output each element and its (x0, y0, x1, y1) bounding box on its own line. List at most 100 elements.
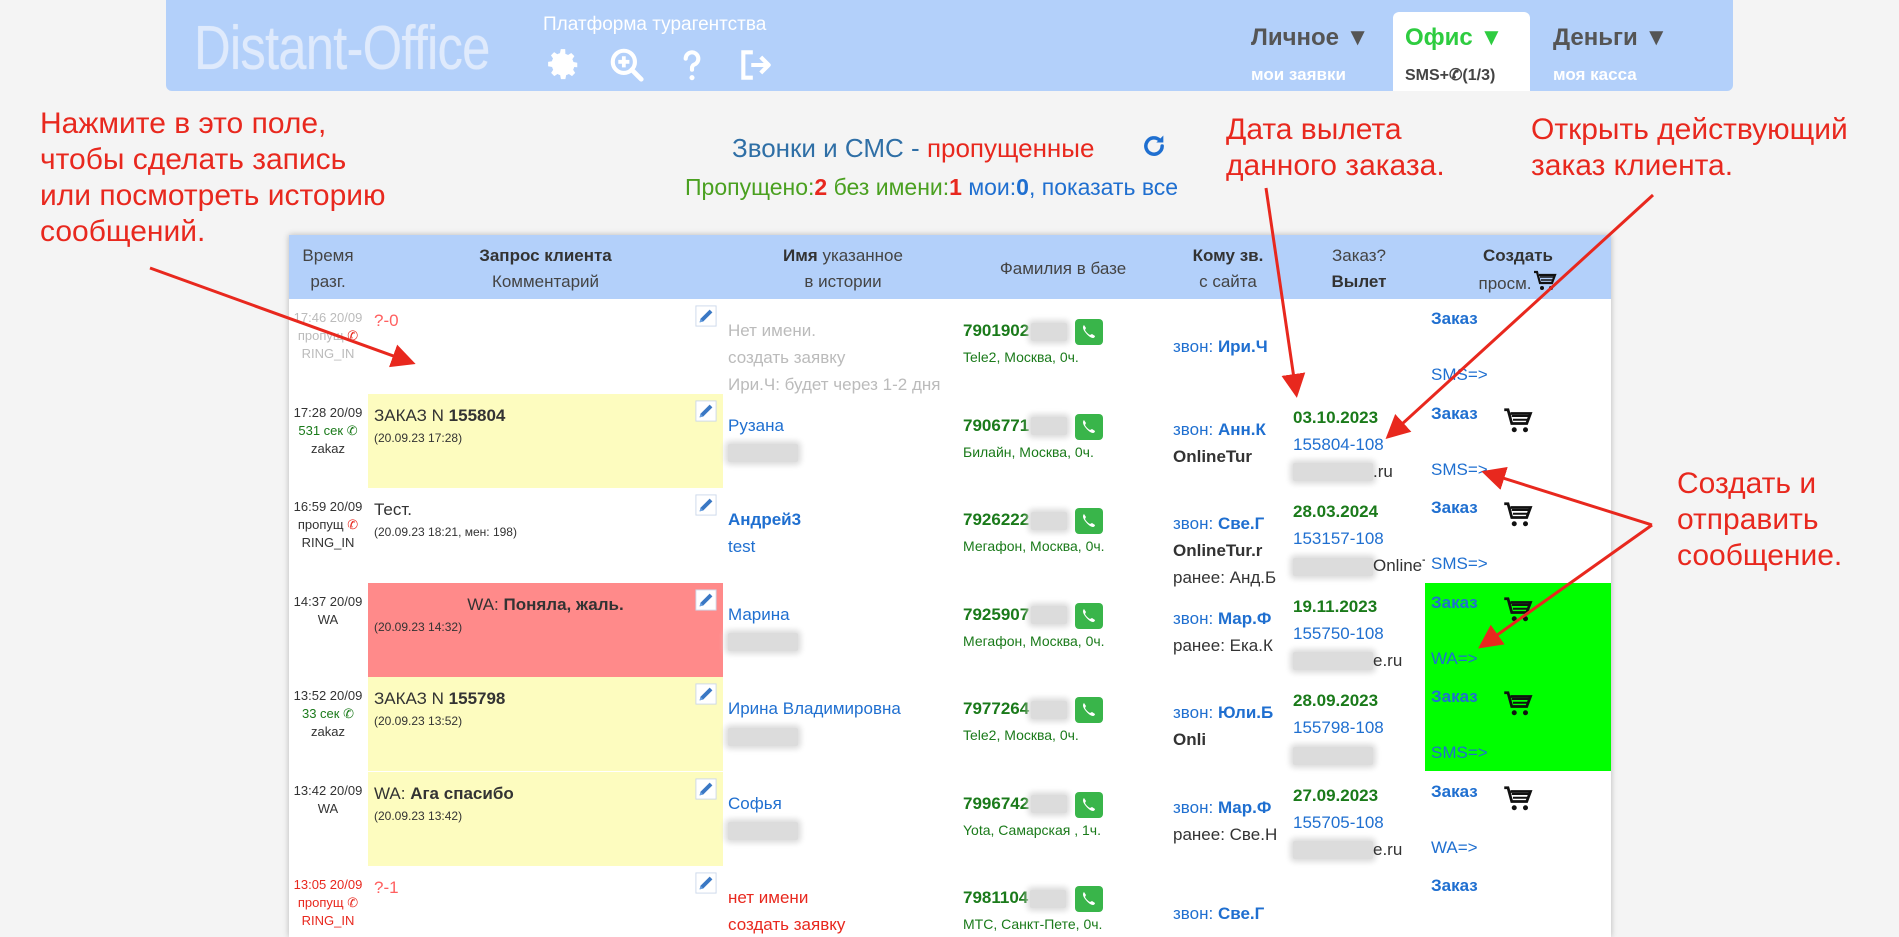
called-to-manager[interactable]: Све.Г (1218, 904, 1264, 923)
cart-icon[interactable] (1532, 269, 1558, 293)
call-button[interactable] (1075, 697, 1103, 723)
client-name[interactable]: Андрей3 (728, 506, 801, 533)
call-button[interactable] (1075, 886, 1103, 912)
order-link-create[interactable]: Заказ (1431, 309, 1478, 329)
cart-icon[interactable] (1503, 595, 1533, 623)
order-link-create[interactable]: Заказ (1431, 593, 1478, 613)
client-request-cell[interactable]: ?-1 (368, 866, 723, 937)
client-name-cell[interactable]: Нет имени. создать заявку Ири.Ч: будет чер… (728, 317, 940, 398)
client-name-2[interactable]: test (728, 533, 801, 560)
logo[interactable]: Distant-Office (194, 18, 490, 80)
menu-office[interactable]: Офис ▼ SMS+✆(1/3) (1393, 12, 1530, 91)
order-link-create[interactable]: Заказ (1431, 687, 1478, 707)
called-to-manager[interactable]: Мар.Ф (1218, 609, 1271, 628)
phone-number-text[interactable]: 7977264 (963, 699, 1029, 718)
menu-personal[interactable]: Личное ▼ мои заявки (1251, 12, 1371, 91)
phone-number-text[interactable]: 7906771 (963, 416, 1029, 435)
client-name-cell[interactable]: Софья (728, 790, 798, 844)
phone-number[interactable]: 7901902 (963, 321, 1068, 341)
call-button[interactable] (1075, 413, 1103, 440)
client-request-cell[interactable]: WA: Поняла, жаль. (20.09.23 14:32) (368, 582, 723, 677)
client-name-cell[interactable]: Рузана (728, 412, 798, 466)
client-name-2[interactable]: создать заявку (728, 344, 940, 371)
zoom-in-icon[interactable] (608, 46, 646, 84)
cart-icon[interactable] (1503, 406, 1533, 434)
phone-number[interactable]: 7926222 (963, 510, 1068, 530)
menu-money-sub[interactable]: моя касса (1553, 65, 1637, 85)
order-link-create[interactable]: Заказ (1431, 498, 1478, 518)
call-button[interactable] (1075, 602, 1103, 629)
send-message-link[interactable]: WA=> (1431, 838, 1478, 858)
client-request-cell[interactable]: ЗАКАЗ N 155798 (20.09.23 13:52) (368, 677, 723, 771)
edit-icon[interactable] (695, 683, 717, 705)
client-name[interactable]: Марина (728, 601, 798, 628)
order-link[interactable]: 155750-108 (1293, 620, 1402, 647)
cart-icon[interactable] (1503, 689, 1533, 717)
send-message-link[interactable]: SMS=> (1431, 554, 1488, 574)
phone-number[interactable]: 7977264 (963, 699, 1068, 719)
client-name-cell[interactable]: Ирина Владимировна (728, 695, 901, 749)
show-all-link[interactable]: , показать все (1029, 174, 1178, 200)
order-link[interactable]: 155798-108 (1293, 714, 1384, 741)
client-request-cell[interactable]: ?-0 (368, 299, 723, 393)
client-name-cell[interactable]: Андрей3 test (728, 506, 801, 560)
phone-number-text[interactable]: 7901902 (963, 321, 1029, 340)
client-name[interactable]: Рузана (728, 412, 798, 439)
menu-money[interactable]: Деньги ▼ моя касса (1553, 12, 1683, 91)
gear-icon[interactable] (544, 46, 582, 84)
phone-number-text[interactable]: 7926222 (963, 510, 1029, 529)
cart-icon[interactable] (1503, 500, 1533, 528)
phone-number-text[interactable]: 7981104 (963, 888, 1028, 907)
called-to-manager[interactable]: Юли.Б (1218, 703, 1273, 722)
called-to-manager[interactable]: Ири.Ч (1218, 337, 1268, 356)
order-link-create[interactable]: Заказ (1431, 404, 1478, 424)
call-button[interactable] (1075, 508, 1103, 534)
send-message-link[interactable]: SMS=> (1431, 365, 1488, 385)
edit-icon[interactable] (695, 872, 717, 894)
client-name[interactable]: нет имени (728, 884, 845, 911)
order-link-create[interactable]: Заказ (1431, 782, 1478, 802)
client-name-cell[interactable]: Марина (728, 601, 798, 655)
call-button[interactable] (1075, 319, 1103, 345)
edit-icon[interactable] (695, 494, 717, 516)
send-message-link[interactable]: SMS=> (1431, 460, 1488, 480)
send-message-link[interactable]: WA=> (1431, 649, 1478, 669)
client-name-2[interactable]: создать заявку (728, 911, 845, 937)
phone-number[interactable]: 7925907 (963, 605, 1068, 625)
phone-number[interactable]: 7906771 (963, 416, 1068, 436)
client-request-cell[interactable]: ЗАКАЗ N 155804 (20.09.23 17:28) (368, 393, 723, 488)
logout-icon[interactable] (737, 46, 775, 84)
cart-icon[interactable] (1503, 784, 1533, 812)
order-link[interactable]: 155705-108 (1293, 809, 1402, 836)
noname-count[interactable]: 1 (949, 174, 962, 200)
refresh-icon[interactable] (1140, 132, 1168, 160)
phone-number[interactable]: 7996742 (963, 794, 1068, 814)
call-button[interactable] (1075, 791, 1103, 818)
menu-office-sub[interactable]: SMS+✆(1/3) (1405, 65, 1495, 85)
missed-count[interactable]: 2 (814, 174, 827, 200)
send-message-link[interactable]: SMS=> (1431, 743, 1488, 763)
menu-personal-label[interactable]: Личное ▼ (1251, 24, 1369, 52)
menu-money-label[interactable]: Деньги ▼ (1553, 24, 1668, 52)
edit-icon[interactable] (695, 777, 717, 800)
edit-icon[interactable] (695, 305, 717, 327)
order-link-create[interactable]: Заказ (1431, 876, 1478, 896)
phone-number[interactable]: 7981104 (963, 888, 1067, 908)
help-icon[interactable] (673, 46, 711, 84)
called-to-manager[interactable]: Анн.К (1218, 420, 1266, 439)
phone-number-text[interactable]: 7925907 (963, 605, 1029, 624)
phone-number-text[interactable]: 7996742 (963, 794, 1029, 813)
called-to-manager[interactable]: Све.Г (1218, 514, 1264, 533)
edit-icon[interactable] (695, 588, 717, 611)
client-name[interactable]: Ирина Владимировна (728, 695, 901, 722)
client-request-cell[interactable]: Тест. (20.09.23 18:21, мен: 198) (368, 488, 723, 582)
client-name-cell[interactable]: нет имени создать заявку (728, 884, 845, 937)
menu-personal-sub[interactable]: мои заявки (1251, 65, 1346, 85)
client-name[interactable]: Софья (728, 790, 798, 817)
edit-icon[interactable] (695, 399, 717, 422)
client-request-cell[interactable]: WA: Ага спасибо (20.09.23 13:42) (368, 771, 723, 866)
order-link[interactable]: 155804-108 (1293, 431, 1393, 458)
menu-office-label[interactable]: Офис ▼ (1405, 24, 1503, 52)
called-to-manager[interactable]: Мар.Ф (1218, 798, 1271, 817)
client-name[interactable]: Нет имени. (728, 317, 940, 344)
